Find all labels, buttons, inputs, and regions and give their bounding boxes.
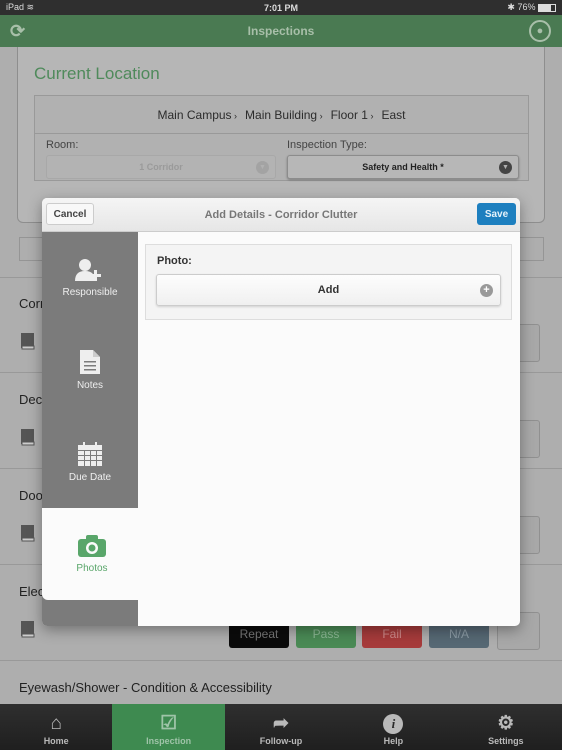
status-bar: iPad ≋ 7:01 PM ✱ 76%	[0, 0, 562, 15]
inspection-type-label: Inspection Type:	[287, 139, 367, 151]
info-icon: i	[383, 714, 404, 734]
list-item-label: Corr	[19, 296, 45, 311]
sidebar-item-notes[interactable]: Notes	[42, 324, 138, 416]
tab-label: Help	[383, 736, 404, 746]
sidebar-item-photos[interactable]: Photos	[42, 508, 142, 600]
location-card: Current Location Main Campus › Main Buil…	[17, 47, 545, 223]
breadcrumb-item[interactable]: Main Campus ›	[158, 108, 240, 122]
breadcrumb-item[interactable]: Floor 1 ›	[331, 108, 376, 122]
tab-label: Settings	[488, 736, 524, 746]
nav-bar: ⟳ Inspections ●	[0, 15, 562, 47]
tab-label: Inspection	[146, 736, 192, 746]
battery: ✱ 76%	[373, 2, 556, 13]
location-box: Main Campus › Main Building › Floor 1 › …	[34, 95, 529, 181]
room-value: 1 Corridor	[139, 162, 183, 172]
tab-inspection[interactable]: ☑ Inspection	[112, 704, 225, 750]
modal-title: Add Details - Corridor Clutter	[204, 208, 358, 221]
calendar-icon	[78, 442, 102, 466]
breadcrumb-item[interactable]: Main Building ›	[245, 108, 325, 122]
list-item-label: Doo	[19, 488, 43, 503]
clipboard-check-icon: ☑	[160, 713, 178, 734]
book-icon[interactable]	[20, 620, 36, 638]
tab-bar: ⌂ Home ☑ Inspection ➦ Follow-up i Help ⚙ Sett…	[0, 704, 562, 750]
list-item-label: Dec	[19, 392, 43, 407]
tab-label: Follow-up	[259, 736, 303, 746]
plus-circle-icon: +	[480, 284, 493, 297]
list-item-label: Elec	[19, 584, 45, 599]
tab-settings[interactable]: ⚙ Settings	[450, 704, 562, 750]
photo-card: Photo: Add +	[145, 244, 512, 320]
cancel-button[interactable]: Cancel	[46, 203, 94, 225]
tab-home[interactable]: ⌂ Home	[0, 704, 112, 750]
bluetooth-icon: ✱	[507, 2, 515, 12]
inspection-type-value: Safety and Health *	[362, 162, 444, 172]
home-icon: ⌂	[50, 713, 62, 734]
user-icon[interactable]: ●	[529, 20, 551, 42]
modal-header: Cancel Add Details - Corridor Clutter Sa…	[42, 198, 520, 232]
document-icon	[80, 350, 100, 374]
location-title: Current Location	[34, 64, 160, 83]
inspection-type-select[interactable]: Safety and Health * ▼	[287, 155, 519, 179]
battery-icon	[537, 3, 556, 12]
sidebar-item-responsible[interactable]: Responsible	[42, 232, 138, 324]
sidebar-item-due-date[interactable]: Due Date	[42, 416, 138, 508]
gear-icon: ⚙	[497, 713, 515, 734]
tab-follow-up[interactable]: ➦ Follow-up	[225, 704, 337, 750]
add-label: Add	[317, 284, 340, 296]
breadcrumb-item[interactable]: East	[381, 108, 405, 122]
room-label: Room:	[46, 139, 79, 151]
sidebar-item-label: Responsible	[62, 287, 118, 298]
list-item-label: Eyewash/Shower - Condition & Accessibili…	[19, 680, 272, 695]
wifi-icon: ≋	[26, 2, 35, 12]
room-select[interactable]: 1 Corridor ▼	[46, 155, 276, 179]
save-button[interactable]: Save	[477, 203, 516, 225]
device-label: iPad ≋	[6, 2, 35, 12]
add-photo-button[interactable]: Add +	[156, 274, 501, 306]
share-arrow-icon: ➦	[273, 713, 289, 734]
breadcrumb: Main Campus › Main Building › Floor 1 › …	[35, 96, 528, 134]
tab-label: Home	[43, 736, 69, 746]
clock: 7:01 PM	[263, 2, 298, 13]
add-user-icon	[75, 259, 101, 281]
sidebar-item-label: Photos	[76, 563, 108, 574]
sidebar-item-label: Due Date	[68, 472, 112, 483]
page-title: Inspections	[247, 24, 315, 38]
camera-icon	[78, 535, 106, 557]
book-icon[interactable]	[20, 428, 36, 446]
sidebar-item-label: Notes	[76, 380, 104, 391]
add-details-modal: Cancel Add Details - Corridor Clutter Sa…	[42, 198, 520, 626]
photo-label: Photo:	[157, 255, 192, 267]
book-icon[interactable]	[20, 524, 36, 542]
book-icon[interactable]	[20, 332, 36, 350]
chevron-down-icon: ▼	[256, 161, 269, 174]
list-item: Eyewash/Shower - Condition & Accessibili…	[0, 660, 562, 704]
modal-sidebar: Responsible Notes Due Date Photos	[42, 232, 142, 626]
tab-help[interactable]: i Help	[337, 704, 449, 750]
chevron-down-icon: ▼	[499, 161, 512, 174]
refresh-icon[interactable]: ⟳	[10, 21, 25, 42]
